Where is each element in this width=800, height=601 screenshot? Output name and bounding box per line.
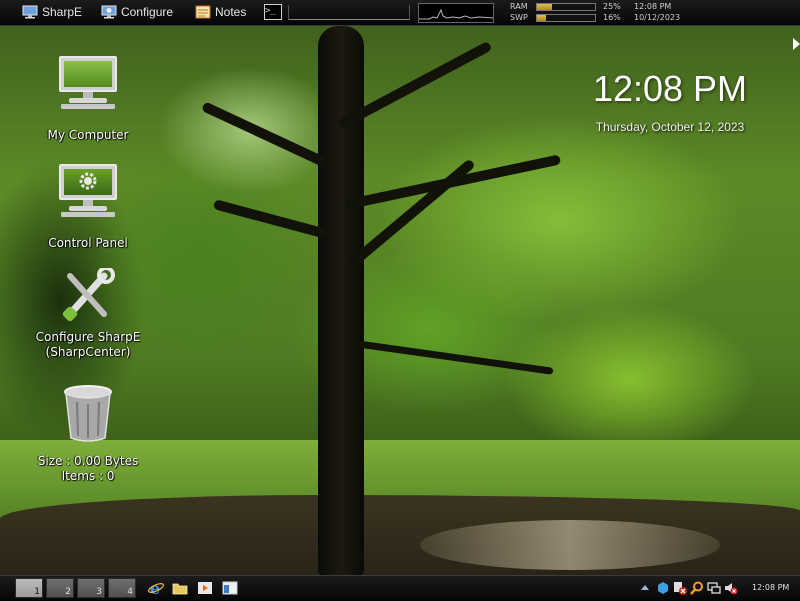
desktop-icon-configure-sharpe[interactable]: Configure SharpE (SharpCenter) [28, 268, 148, 360]
swp-percent: 16% [603, 13, 621, 22]
workspace-1-button[interactable]: 1 [15, 578, 43, 598]
wallpaper-branch [212, 199, 332, 240]
computer-icon [57, 56, 119, 110]
tray-expand-icon[interactable] [638, 581, 652, 595]
configure-menu-label: Configure [121, 5, 174, 19]
workspace-4-label: 4 [127, 587, 133, 597]
sharpe-menu-button[interactable]: SharpE [22, 3, 82, 21]
workspace-2-button[interactable]: 2 [46, 578, 74, 598]
monitor-icon [22, 5, 38, 19]
desktop-clock-time: 12:08 PM [592, 68, 748, 109]
monitor-gear-icon [101, 5, 117, 19]
recycle-bin-icon [64, 385, 112, 442]
ram-meter-fill [537, 4, 552, 10]
desktop-icon-recycle-bin[interactable]: Size : 0.00 Bytes Items : 0 [28, 384, 148, 484]
workspace-2-label: 2 [65, 587, 71, 597]
recycle-bin-size-label: Size : 0.00 Bytes [37, 454, 139, 468]
wallpaper-branch [201, 101, 333, 170]
swp-meter [536, 14, 596, 22]
tools-icon [62, 268, 115, 322]
workspace-3-label: 3 [96, 587, 102, 597]
control-panel-label: Control Panel [48, 236, 128, 250]
gear-icon [79, 172, 97, 190]
search-icon[interactable] [690, 581, 704, 595]
desktop-clock-date: Thursday, October 12, 2023 [595, 120, 745, 134]
volume-muted-icon[interactable] [724, 581, 738, 595]
wallpaper-tree-trunk [318, 26, 364, 576]
ram-label: RAM [510, 2, 528, 11]
media-player-icon[interactable] [197, 580, 213, 596]
desktop-icon-control-panel[interactable]: Control Panel [28, 164, 148, 251]
panel-time: 12:08 PM [634, 2, 672, 11]
wallpaper-branch [354, 340, 554, 375]
ram-percent: 25% [603, 2, 621, 11]
workspace-3-button[interactable]: 3 [77, 578, 105, 598]
task-strip[interactable] [288, 5, 410, 20]
desktop-icon-my-computer[interactable]: My Computer [28, 56, 148, 143]
configure-sharpe-label: Configure SharpE [35, 330, 141, 344]
recycle-bin-items-label: Items : 0 [61, 469, 115, 483]
cpu-graph [418, 3, 494, 23]
network-error-icon[interactable] [673, 581, 687, 595]
sharpe-menu-label: SharpE [42, 5, 83, 19]
swp-label: SWP [510, 13, 528, 22]
dropbox-icon[interactable] [656, 581, 670, 595]
workspace-1-label: 1 [34, 587, 40, 597]
internet-explorer-icon[interactable]: e [148, 580, 164, 596]
svg-text:e: e [150, 580, 160, 596]
wallpaper-branch [346, 158, 476, 269]
arrow-right-icon[interactable] [793, 38, 800, 50]
top-panel: SharpE Configure Notes >_ RAM 25% SWP 16… [0, 0, 800, 26]
configure-menu-button[interactable]: Configure [101, 3, 173, 21]
my-computer-label: My Computer [47, 128, 129, 142]
panel-date: 10/12/2023 [634, 13, 681, 22]
notes-menu-button[interactable]: Notes [195, 3, 246, 21]
folder-icon[interactable] [172, 580, 188, 596]
notes-icon [195, 5, 211, 19]
control-panel-icon [57, 164, 119, 218]
workspace-4-button[interactable]: 4 [108, 578, 136, 598]
terminal-icon[interactable]: >_ [264, 4, 282, 20]
taskbar: 1 2 3 4 e 12:08 PM [0, 575, 800, 601]
wallpaper-stream [420, 520, 720, 570]
ram-meter [536, 3, 596, 11]
taskbar-clock[interactable]: 12:08 PM [752, 583, 789, 592]
display-icon[interactable] [707, 581, 721, 595]
window-icon[interactable] [222, 580, 238, 596]
swp-meter-fill [537, 15, 547, 21]
sharpcenter-label: (SharpCenter) [45, 345, 131, 359]
notes-menu-label: Notes [215, 5, 247, 19]
